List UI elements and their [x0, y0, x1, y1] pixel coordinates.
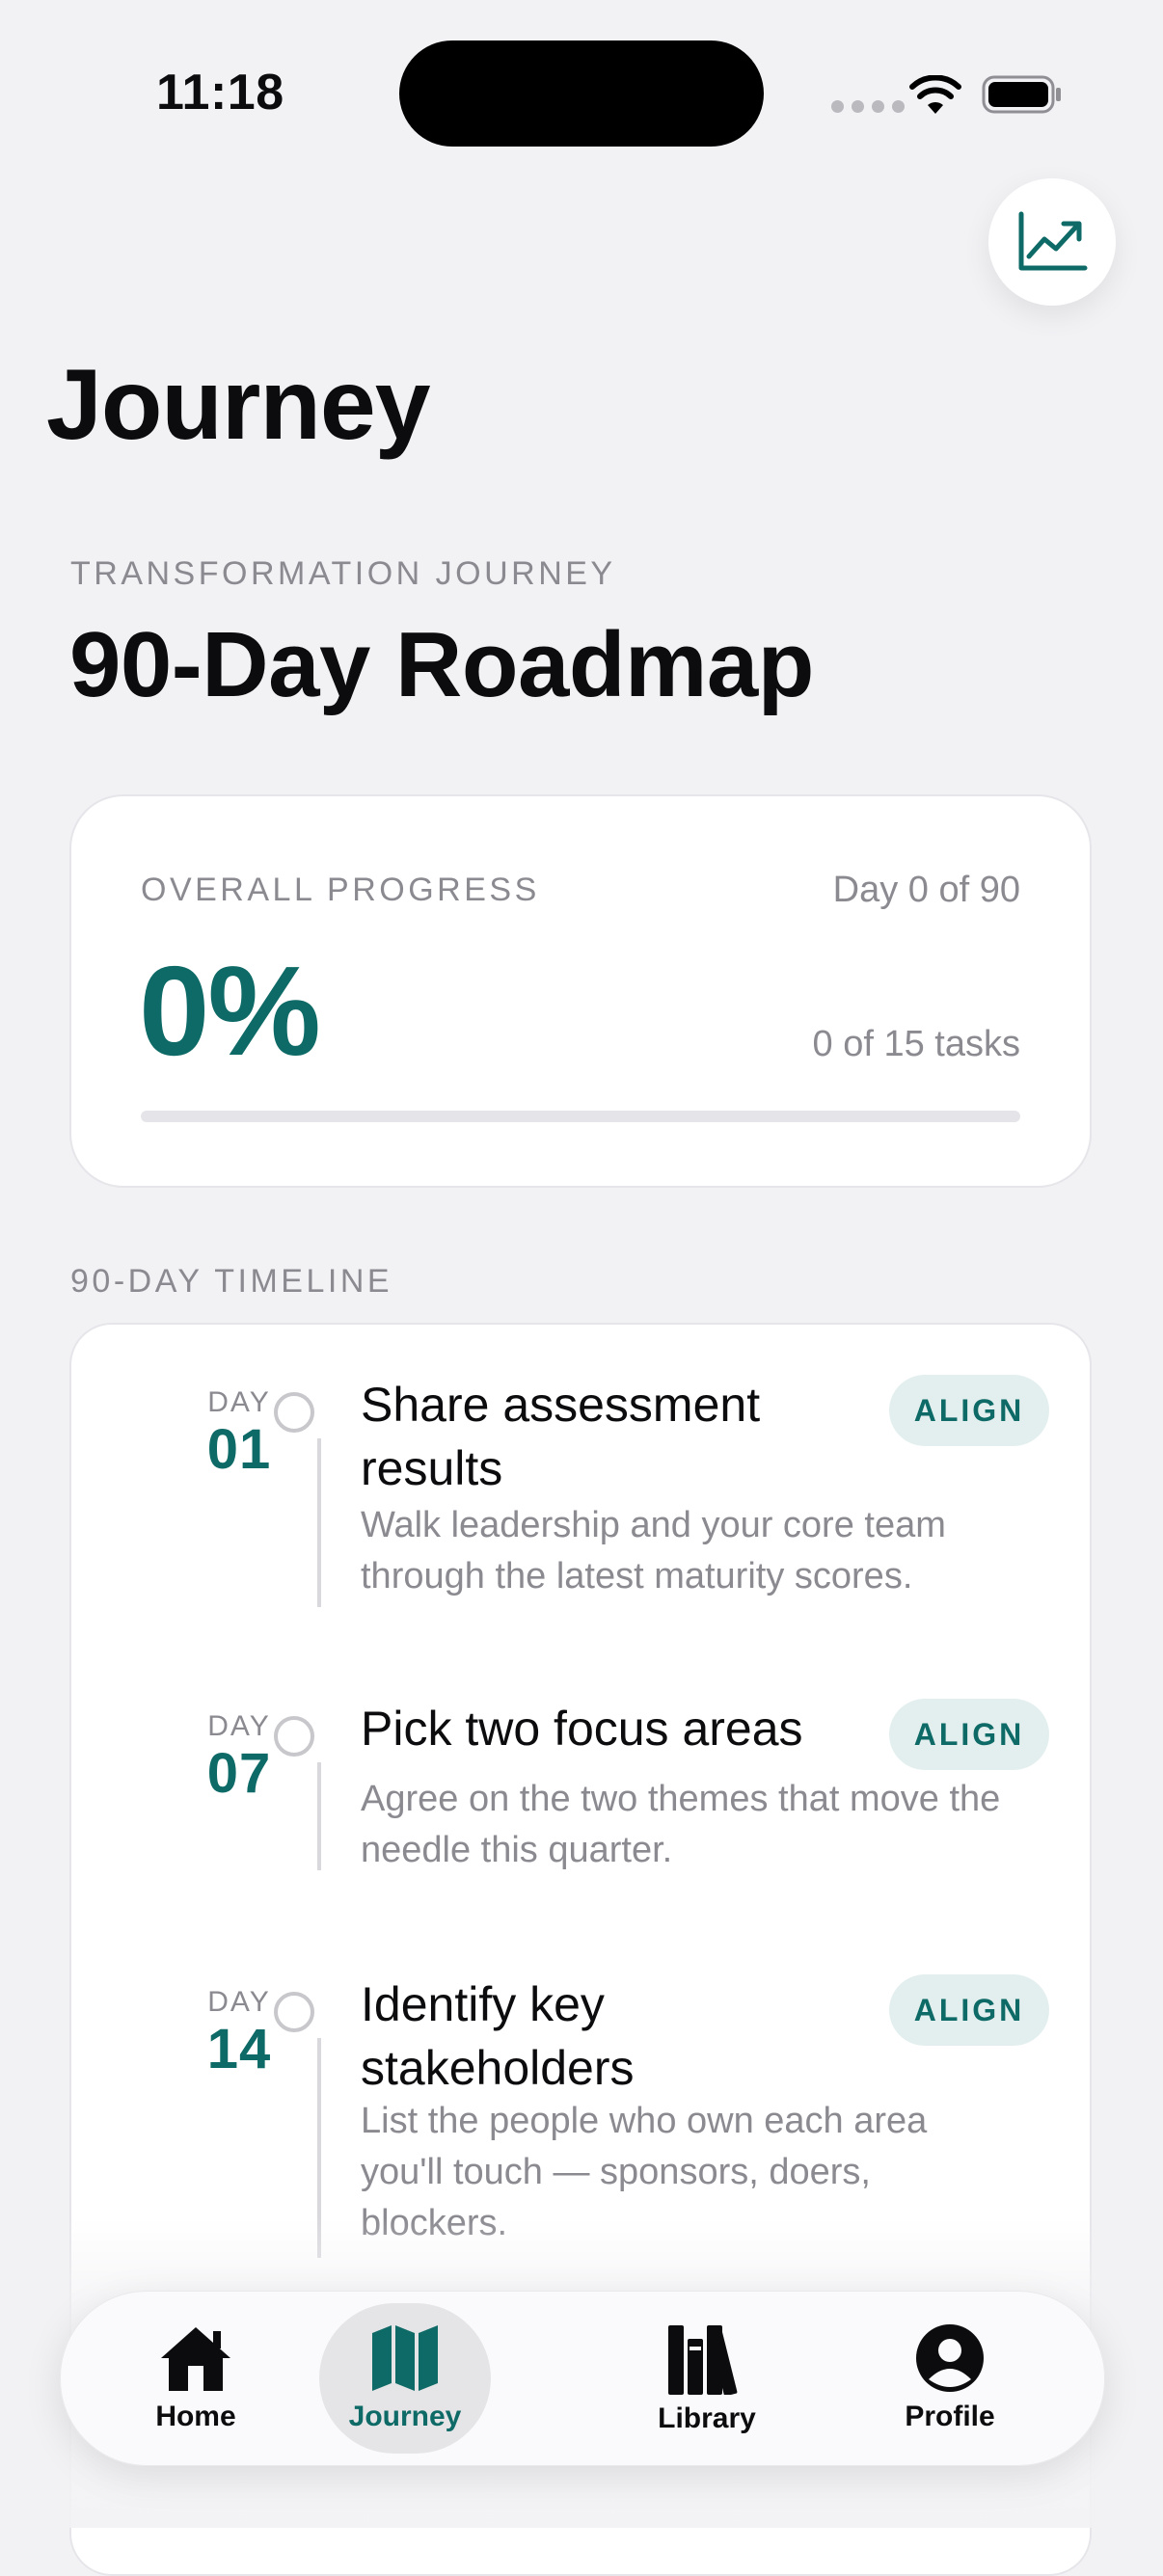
task-title: Identify key stakeholders [361, 1977, 635, 2095]
map-icon [372, 2325, 438, 2391]
progress-label: OVERALL PROGRESS [141, 872, 540, 908]
timeline-connector [317, 1762, 321, 1870]
task-description: Walk leadership and your core team throu… [361, 1505, 946, 1597]
house-icon [161, 2327, 230, 2391]
overall-progress-card: OVERALL PROGRESS Day 0 of 90 0% 0 of 15 … [69, 794, 1092, 1188]
task-title: Share assessment results [361, 1378, 761, 1495]
progress-day-count: Day 0 of 90 [832, 870, 1020, 910]
tab-home[interactable]: Home [119, 2303, 273, 2454]
task-checkbox[interactable] [274, 1992, 314, 2032]
tab-label: Library [658, 2402, 756, 2434]
person-circle-icon [916, 2324, 984, 2392]
roadmap-overline: TRANSFORMATION JOURNEY [70, 555, 616, 592]
phase-badge: ALIGN [889, 1974, 1049, 2046]
tab-label: Journey [348, 2401, 462, 2432]
wifi-icon [909, 75, 961, 114]
progress-bar [141, 1111, 1020, 1122]
battery-icon [982, 75, 1061, 114]
books-icon [668, 2325, 738, 2395]
progress-chart-button[interactable] [988, 178, 1116, 306]
progress-task-count: 0 of 15 tasks [812, 1024, 1020, 1064]
tab-profile[interactable]: Profile [873, 2303, 1027, 2454]
phase-badge: ALIGN [889, 1699, 1049, 1770]
tab-journey[interactable]: Journey [319, 2303, 491, 2454]
cellular-signal-icon [831, 100, 905, 113]
dynamic-island [399, 40, 764, 147]
tab-label: Home [155, 2401, 236, 2432]
status-time: 11:18 [156, 65, 284, 121]
tab-library[interactable]: Library [630, 2303, 784, 2454]
task-description: Agree on the two themes that move the ne… [361, 1779, 1001, 1870]
tab-label: Profile [905, 2401, 995, 2432]
tab-bar: Home Journey Library Profile [60, 2291, 1105, 2466]
phase-badge: ALIGN [889, 1375, 1049, 1446]
roadmap-title: 90-Day Roadmap [69, 613, 814, 716]
progress-percent: 0% [139, 940, 321, 1082]
page-title: Journey [46, 349, 431, 461]
task-checkbox[interactable] [274, 1716, 314, 1757]
task-checkbox[interactable] [274, 1392, 314, 1433]
task-title: Pick two focus areas [361, 1702, 803, 1756]
timeline-connector [317, 1438, 321, 1607]
timeline-heading: 90-DAY TIMELINE [70, 1263, 393, 1300]
trending-up-chart-icon [1018, 211, 1088, 271]
